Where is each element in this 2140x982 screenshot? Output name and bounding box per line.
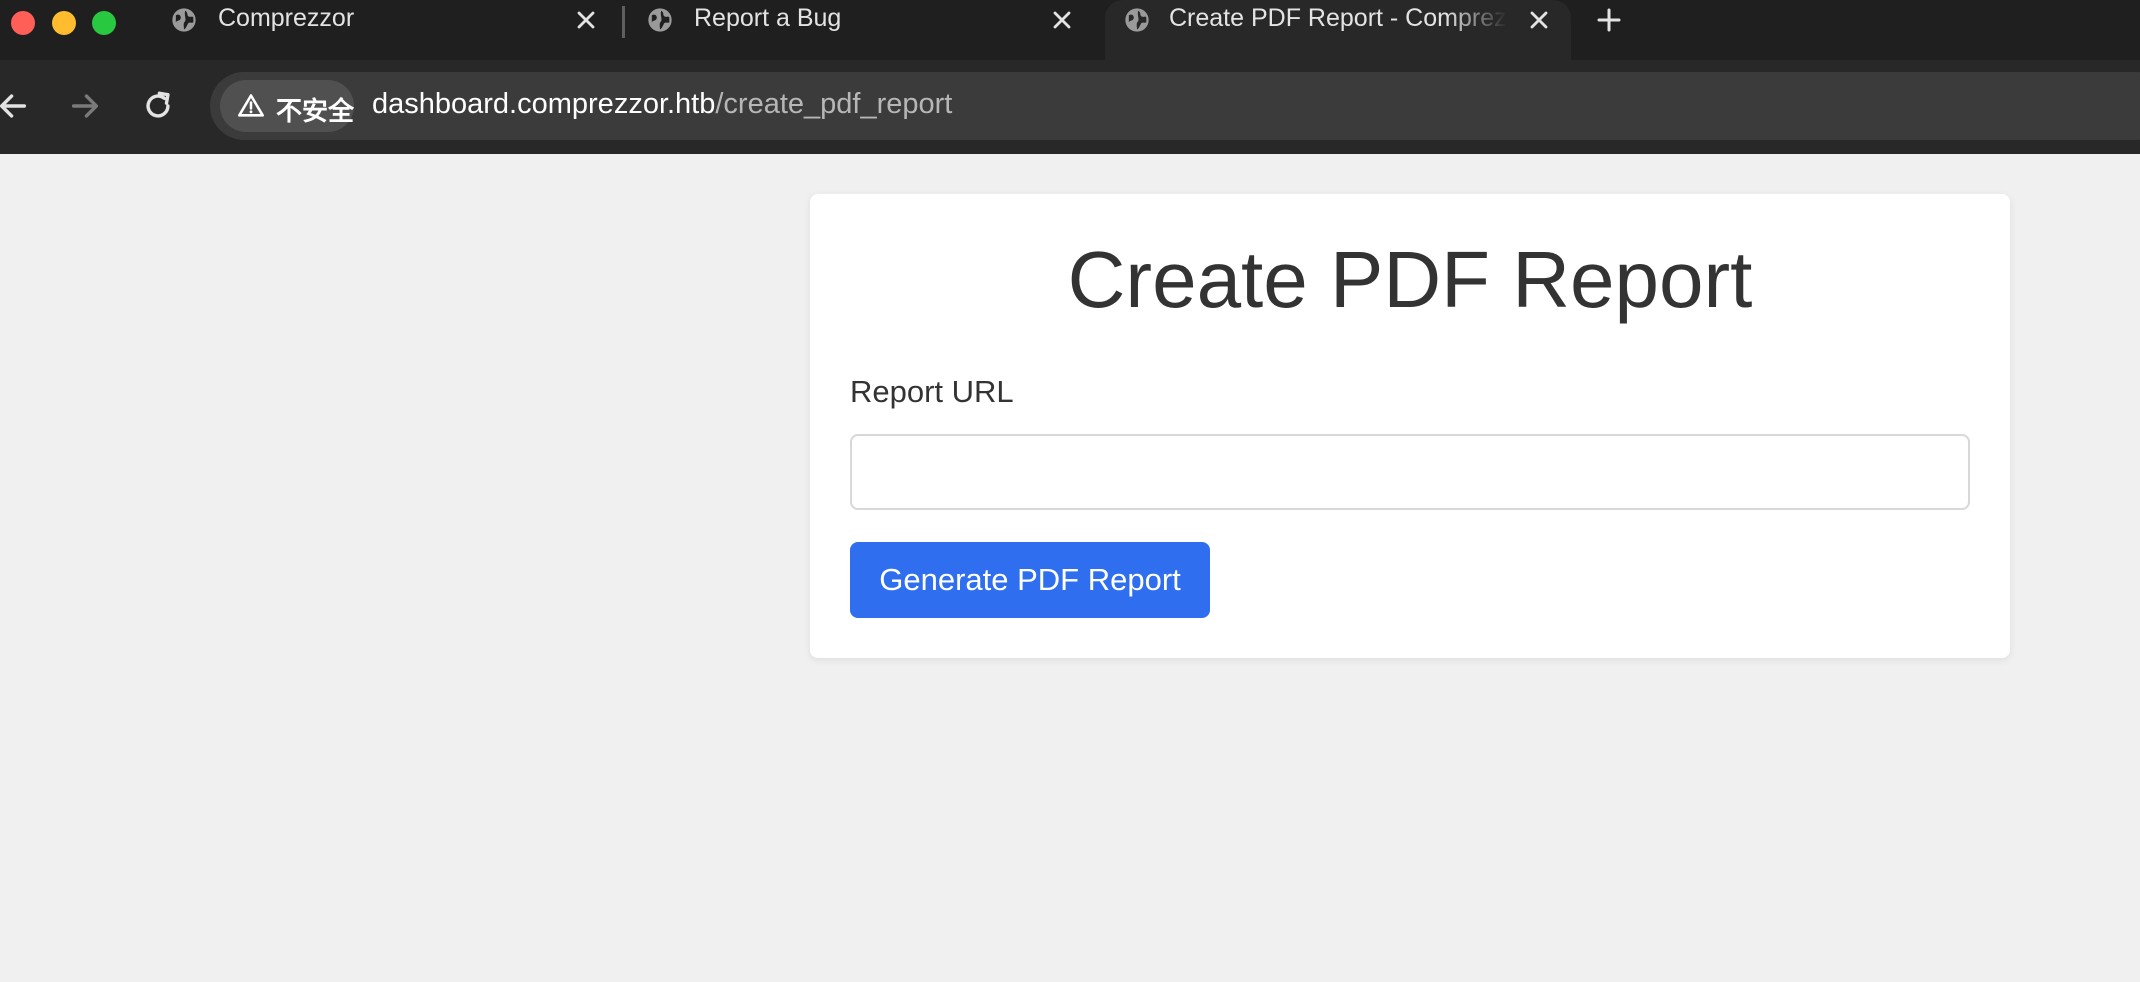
reload-icon[interactable] — [141, 89, 175, 123]
browser-chrome: Comprezzor Report a Bug Create PDF Repor — [0, 0, 2140, 154]
security-label: 不安全 — [276, 97, 355, 127]
browser-toolbar: 不安全 dashboard.comprezzor.htb/create_pdf_… — [0, 60, 2140, 154]
globe-icon — [1125, 8, 1149, 32]
tab-comprezzor[interactable]: Comprezzor — [160, 0, 608, 60]
close-icon[interactable] — [1525, 6, 1553, 34]
globe-icon — [648, 8, 672, 32]
report-url-label: Report URL — [850, 374, 1014, 409]
url-path: /create_pdf_report — [715, 88, 953, 120]
window-minimize-button[interactable] — [52, 11, 76, 35]
close-icon[interactable] — [1048, 6, 1076, 34]
back-arrow-icon[interactable] — [0, 89, 30, 123]
tab-create-pdf-report[interactable]: Create PDF Report - Comprezzor — [1105, 0, 1571, 60]
globe-icon — [172, 8, 196, 32]
plus-icon[interactable] — [1594, 5, 1624, 35]
page-title: Create PDF Report — [1067, 235, 1753, 324]
tab-title: Comprezzor — [218, 4, 355, 32]
tab-separator — [622, 6, 625, 38]
generate-pdf-report-button[interactable]: Generate PDF Report — [850, 542, 1210, 618]
tab-title: Report a Bug — [694, 4, 842, 32]
warning-icon — [238, 94, 264, 117]
forward-arrow-icon[interactable] — [68, 89, 102, 123]
url-text[interactable]: dashboard.comprezzor.htb/create_pdf_repo… — [372, 88, 952, 121]
tab-title: Create PDF Report - Comprezzor — [1169, 4, 1507, 32]
address-bar[interactable]: 不安全 dashboard.comprezzor.htb/create_pdf_… — [210, 72, 2140, 140]
tab-report-a-bug[interactable]: Report a Bug — [636, 0, 1084, 60]
report-form-card: Create PDF Report Report URL Generate PD… — [810, 194, 2010, 658]
url-host: dashboard.comprezzor.htb — [372, 88, 716, 120]
window-maximize-button[interactable] — [92, 11, 116, 35]
tab-strip: Comprezzor Report a Bug Create PDF Repor — [0, 0, 2140, 60]
close-icon[interactable] — [572, 6, 600, 34]
window-close-button[interactable] — [11, 11, 35, 35]
report-url-input[interactable] — [850, 434, 1970, 510]
security-indicator[interactable]: 不安全 — [220, 80, 354, 132]
